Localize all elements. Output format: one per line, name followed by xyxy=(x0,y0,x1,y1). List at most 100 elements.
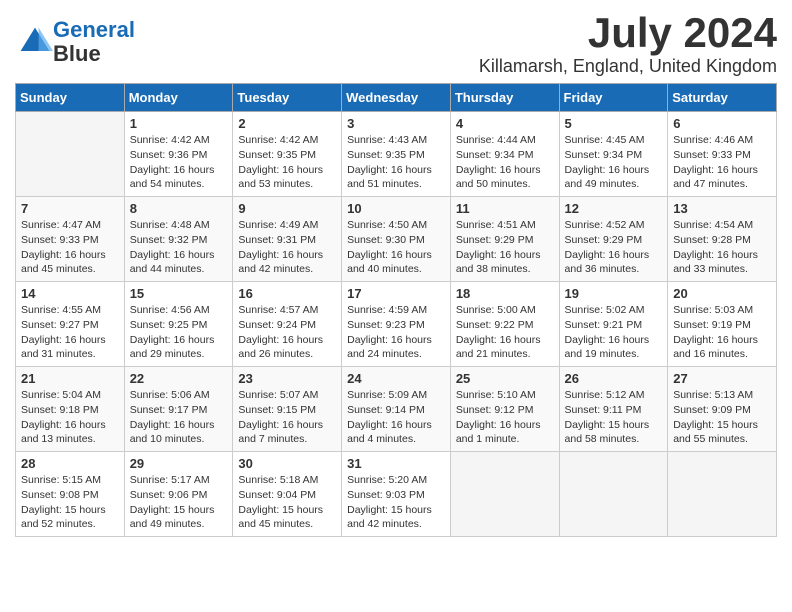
day-info: Sunrise: 5:13 AMSunset: 9:09 PMDaylight:… xyxy=(673,388,771,447)
day-number: 11 xyxy=(456,201,554,216)
day-info: Sunrise: 4:47 AMSunset: 9:33 PMDaylight:… xyxy=(21,218,119,277)
col-header-saturday: Saturday xyxy=(668,84,777,112)
calendar-cell: 15Sunrise: 4:56 AMSunset: 9:25 PMDayligh… xyxy=(124,282,233,367)
calendar-cell: 7 Sunrise: 4:47 AMSunset: 9:33 PMDaylight… xyxy=(16,197,125,282)
calendar-week-4: 21Sunrise: 5:04 AMSunset: 9:18 PMDayligh… xyxy=(16,367,777,452)
day-info: Sunrise: 4:45 AMSunset: 9:34 PMDaylight:… xyxy=(565,133,663,192)
calendar-cell: 16 Sunrise: 4:57 AMSunset: 9:24 PMDayligh… xyxy=(233,282,342,367)
calendar-cell xyxy=(559,452,668,537)
calendar-cell: 31Sunrise: 5:20 AMSunset: 9:03 PMDayligh… xyxy=(342,452,451,537)
calendar-cell: 10 Sunrise: 4:50 AMSunset: 9:30 PMDayligh… xyxy=(342,197,451,282)
col-header-sunday: Sunday xyxy=(16,84,125,112)
day-info: Sunrise: 5:06 AMSunset: 9:17 PMDaylight:… xyxy=(130,388,228,447)
header-row: SundayMondayTuesdayWednesdayThursdayFrid… xyxy=(16,84,777,112)
day-number: 16 xyxy=(238,286,336,301)
day-number: 19 xyxy=(565,286,663,301)
day-info: Sunrise: 4:52 AMSunset: 9:29 PMDaylight:… xyxy=(565,218,663,277)
day-number: 30 xyxy=(238,456,336,471)
day-info: Sunrise: 5:00 AMSunset: 9:22 PMDaylight:… xyxy=(456,303,554,362)
calendar-cell: 30 Sunrise: 5:18 AMSunset: 9:04 PMDayligh… xyxy=(233,452,342,537)
col-header-thursday: Thursday xyxy=(450,84,559,112)
page-container: General Blue July 2024 Killamarsh, Engla… xyxy=(15,10,777,537)
day-number: 24 xyxy=(347,371,445,386)
day-number: 12 xyxy=(565,201,663,216)
day-info: Sunrise: 5:17 AMSunset: 9:06 PMDaylight:… xyxy=(130,473,228,532)
calendar-week-3: 14Sunrise: 4:55 AMSunset: 9:27 PMDayligh… xyxy=(16,282,777,367)
calendar-cell: 29 Sunrise: 5:17 AMSunset: 9:06 PMDayligh… xyxy=(124,452,233,537)
calendar-cell: 13 Sunrise: 4:54 AMSunset: 9:28 PMDayligh… xyxy=(668,197,777,282)
col-header-tuesday: Tuesday xyxy=(233,84,342,112)
day-number: 31 xyxy=(347,456,445,471)
day-info: Sunrise: 4:59 AMSunset: 9:23 PMDaylight:… xyxy=(347,303,445,362)
day-number: 13 xyxy=(673,201,771,216)
day-number: 1 xyxy=(130,116,228,131)
day-number: 21 xyxy=(21,371,119,386)
calendar-cell: 25 Sunrise: 5:10 AMSunset: 9:12 PMDayligh… xyxy=(450,367,559,452)
day-info: Sunrise: 4:46 AMSunset: 9:33 PMDaylight:… xyxy=(673,133,771,192)
day-number: 25 xyxy=(456,371,554,386)
day-info: Sunrise: 4:56 AMSunset: 9:25 PMDaylight:… xyxy=(130,303,228,362)
logo: General Blue xyxy=(15,18,135,66)
day-number: 27 xyxy=(673,371,771,386)
day-info: Sunrise: 5:15 AMSunset: 9:08 PMDaylight:… xyxy=(21,473,119,532)
logo-text: General Blue xyxy=(53,18,135,66)
day-info: Sunrise: 5:09 AMSunset: 9:14 PMDaylight:… xyxy=(347,388,445,447)
day-info: Sunrise: 4:43 AMSunset: 9:35 PMDaylight:… xyxy=(347,133,445,192)
calendar-cell: 9Sunrise: 4:49 AMSunset: 9:31 PMDaylight… xyxy=(233,197,342,282)
calendar-cell: 2Sunrise: 4:42 AMSunset: 9:35 PMDaylight… xyxy=(233,112,342,197)
calendar-cell: 21Sunrise: 5:04 AMSunset: 9:18 PMDayligh… xyxy=(16,367,125,452)
day-number: 26 xyxy=(565,371,663,386)
calendar-week-5: 28 Sunrise: 5:15 AMSunset: 9:08 PMDayligh… xyxy=(16,452,777,537)
location-title: Killamarsh, England, United Kingdom xyxy=(479,56,777,77)
day-number: 8 xyxy=(130,201,228,216)
day-number: 6 xyxy=(673,116,771,131)
calendar-cell: 27 Sunrise: 5:13 AMSunset: 9:09 PMDayligh… xyxy=(668,367,777,452)
day-number: 10 xyxy=(347,201,445,216)
day-number: 28 xyxy=(21,456,119,471)
calendar-cell: 26Sunrise: 5:12 AMSunset: 9:11 PMDayligh… xyxy=(559,367,668,452)
day-number: 18 xyxy=(456,286,554,301)
calendar-cell xyxy=(668,452,777,537)
day-number: 23 xyxy=(238,371,336,386)
day-info: Sunrise: 4:48 AMSunset: 9:32 PMDaylight:… xyxy=(130,218,228,277)
calendar-cell xyxy=(16,112,125,197)
calendar-cell: 23 Sunrise: 5:07 AMSunset: 9:15 PMDayligh… xyxy=(233,367,342,452)
col-header-monday: Monday xyxy=(124,84,233,112)
day-number: 29 xyxy=(130,456,228,471)
day-info: Sunrise: 5:18 AMSunset: 9:04 PMDaylight:… xyxy=(238,473,336,532)
calendar-cell: 8 Sunrise: 4:48 AMSunset: 9:32 PMDaylight… xyxy=(124,197,233,282)
col-header-friday: Friday xyxy=(559,84,668,112)
day-info: Sunrise: 4:49 AMSunset: 9:31 PMDaylight:… xyxy=(238,218,336,277)
day-info: Sunrise: 4:42 AMSunset: 9:36 PMDaylight:… xyxy=(130,133,228,192)
calendar-cell: 28 Sunrise: 5:15 AMSunset: 9:08 PMDayligh… xyxy=(16,452,125,537)
title-area: July 2024 Killamarsh, England, United Ki… xyxy=(479,10,777,77)
calendar-cell: 4Sunrise: 4:44 AMSunset: 9:34 PMDaylight… xyxy=(450,112,559,197)
calendar-cell: 18 Sunrise: 5:00 AMSunset: 9:22 PMDayligh… xyxy=(450,282,559,367)
day-number: 20 xyxy=(673,286,771,301)
day-info: Sunrise: 5:10 AMSunset: 9:12 PMDaylight:… xyxy=(456,388,554,447)
day-info: Sunrise: 5:07 AMSunset: 9:15 PMDaylight:… xyxy=(238,388,336,447)
day-info: Sunrise: 4:51 AMSunset: 9:29 PMDaylight:… xyxy=(456,218,554,277)
day-number: 3 xyxy=(347,116,445,131)
day-info: Sunrise: 5:03 AMSunset: 9:19 PMDaylight:… xyxy=(673,303,771,362)
day-info: Sunrise: 4:50 AMSunset: 9:30 PMDaylight:… xyxy=(347,218,445,277)
day-number: 22 xyxy=(130,371,228,386)
day-number: 17 xyxy=(347,286,445,301)
calendar-cell: 12 Sunrise: 4:52 AMSunset: 9:29 PMDayligh… xyxy=(559,197,668,282)
day-info: Sunrise: 4:44 AMSunset: 9:34 PMDaylight:… xyxy=(456,133,554,192)
day-number: 2 xyxy=(238,116,336,131)
day-number: 5 xyxy=(565,116,663,131)
day-info: Sunrise: 4:57 AMSunset: 9:24 PMDaylight:… xyxy=(238,303,336,362)
calendar-cell: 17 Sunrise: 4:59 AMSunset: 9:23 PMDayligh… xyxy=(342,282,451,367)
calendar-cell: 3 Sunrise: 4:43 AMSunset: 9:35 PMDaylight… xyxy=(342,112,451,197)
day-info: Sunrise: 5:02 AMSunset: 9:21 PMDaylight:… xyxy=(565,303,663,362)
day-number: 14 xyxy=(21,286,119,301)
calendar-cell: 24 Sunrise: 5:09 AMSunset: 9:14 PMDayligh… xyxy=(342,367,451,452)
day-number: 7 xyxy=(21,201,119,216)
calendar-table: SundayMondayTuesdayWednesdayThursdayFrid… xyxy=(15,83,777,537)
calendar-cell: 20 Sunrise: 5:03 AMSunset: 9:19 PMDayligh… xyxy=(668,282,777,367)
header: General Blue July 2024 Killamarsh, Engla… xyxy=(15,10,777,77)
calendar-cell: 14Sunrise: 4:55 AMSunset: 9:27 PMDayligh… xyxy=(16,282,125,367)
day-info: Sunrise: 4:54 AMSunset: 9:28 PMDaylight:… xyxy=(673,218,771,277)
logo-icon xyxy=(17,24,53,60)
